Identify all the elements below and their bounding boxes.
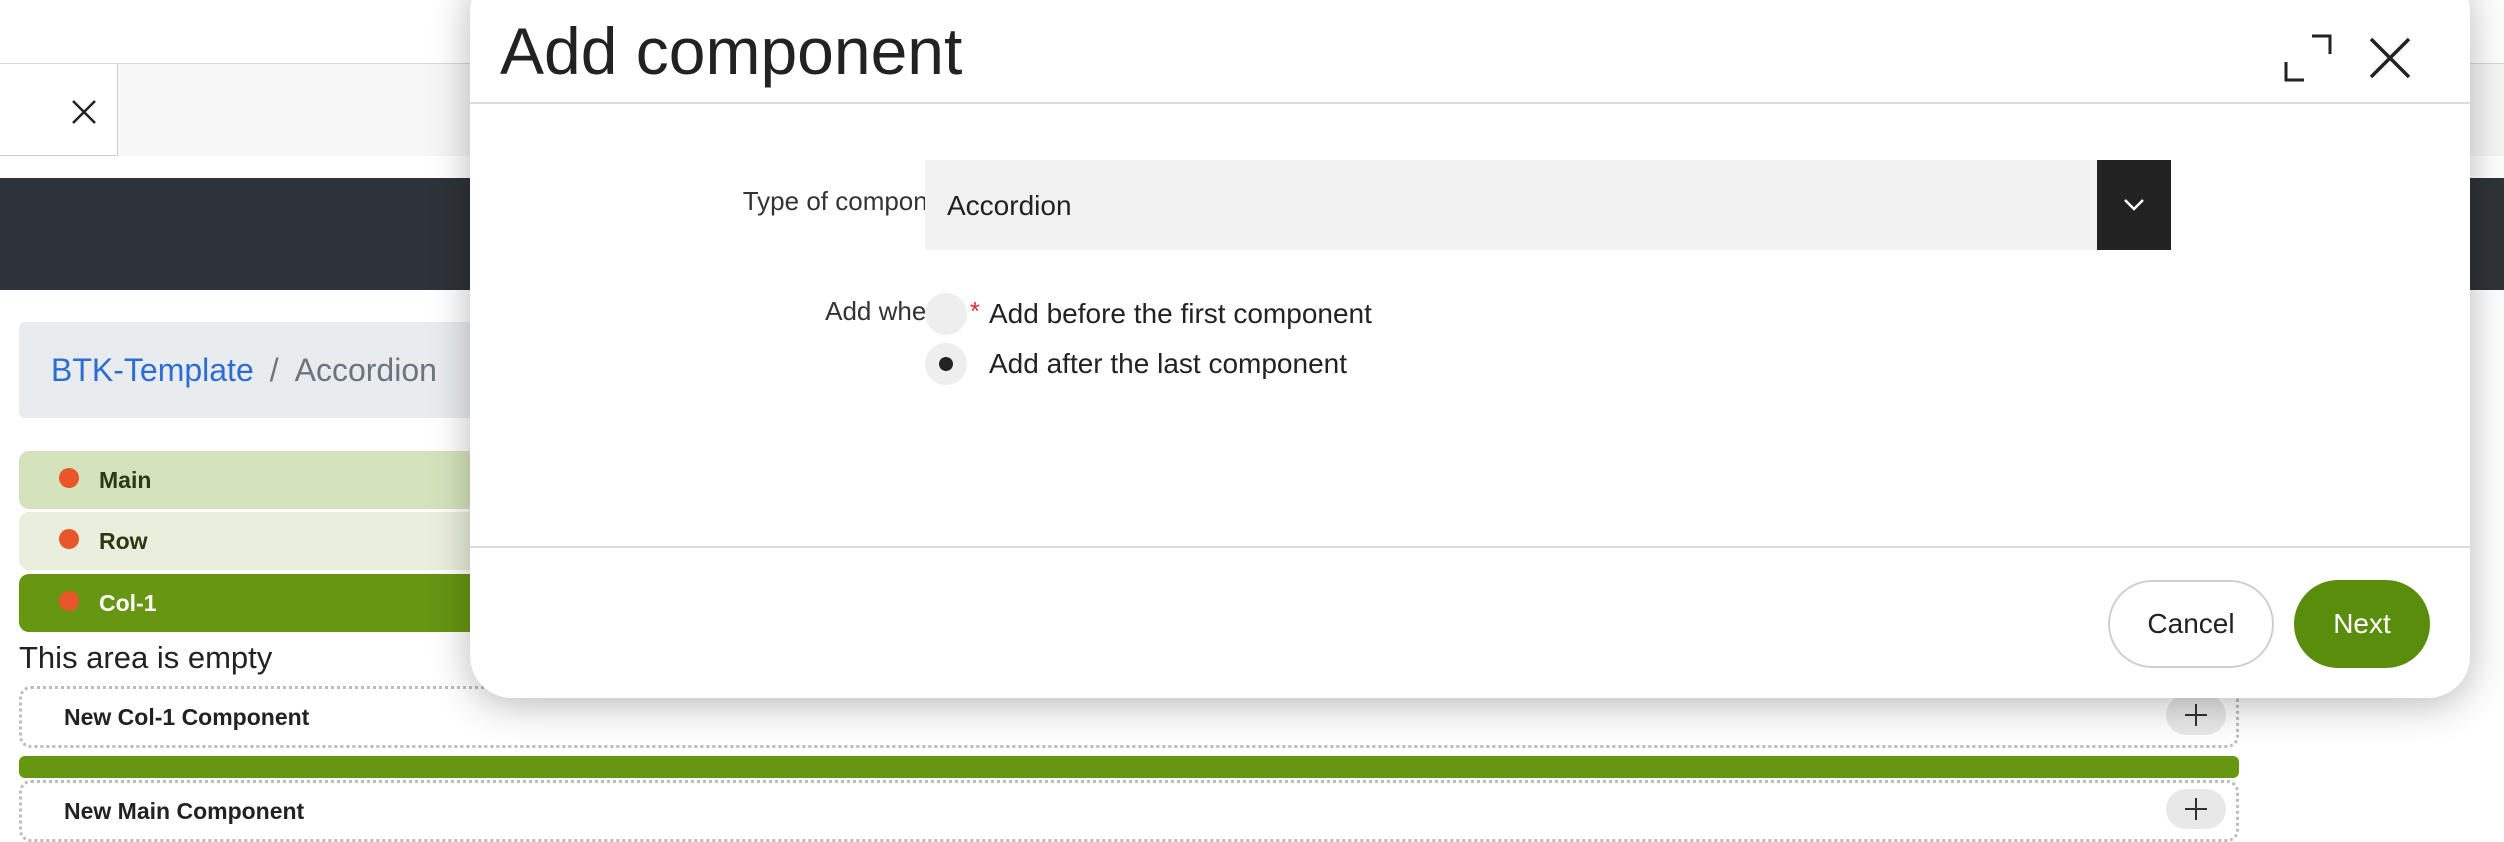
status-dot-icon (59, 529, 79, 549)
radio-label: Add before the first component (989, 298, 1372, 329)
status-dot-icon (59, 591, 79, 611)
type-of-component-label: Type of component* (570, 186, 980, 217)
add-component-plus-icon[interactable] (2166, 789, 2226, 829)
close-icon[interactable] (2360, 28, 2420, 88)
add-component-dialog: Add component Type of component* Accordi… (470, 0, 2470, 698)
expand-icon[interactable] (2278, 28, 2338, 88)
radio-unchecked-icon[interactable] (925, 293, 967, 335)
tab-close-icon[interactable] (62, 94, 106, 130)
chevron-down-icon[interactable] (2097, 160, 2171, 250)
footer-divider (470, 546, 2470, 548)
new-main-component-slot[interactable]: New Main Component (19, 780, 2239, 842)
structure-row-label: Main (99, 466, 152, 493)
dialog-header: Add component (470, 0, 2470, 104)
component-type-select[interactable]: Accordion (925, 160, 2171, 250)
component-type-value: Accordion (947, 190, 1072, 221)
status-dot-icon (59, 468, 79, 488)
dialog-title: Add component (500, 14, 963, 88)
next-button[interactable]: Next (2294, 580, 2430, 668)
radio-add-after-last[interactable]: Add after the last component (925, 342, 1347, 386)
component-slot-label: New Main Component (64, 797, 305, 824)
breadcrumb-separator: / (269, 351, 279, 388)
structure-row-label: Row (99, 527, 148, 554)
component-slot-label: New Col-1 Component (64, 703, 310, 730)
breadcrumb-current: Accordion (294, 351, 437, 388)
cancel-button[interactable]: Cancel (2108, 580, 2274, 668)
empty-area-message: This area is empty (19, 640, 273, 675)
col-1-bottom-bar (19, 756, 2239, 778)
add-component-plus-icon[interactable] (2166, 695, 2226, 735)
radio-checked-icon[interactable] (925, 343, 967, 385)
structure-row-label: Col-1 (99, 589, 157, 616)
radio-add-before-first[interactable]: Add before the first component (925, 292, 1372, 336)
add-where-label: Add where? * (570, 296, 980, 327)
radio-label: Add after the last component (989, 348, 1347, 379)
breadcrumb-link-template[interactable]: BTK-Template (51, 352, 254, 389)
